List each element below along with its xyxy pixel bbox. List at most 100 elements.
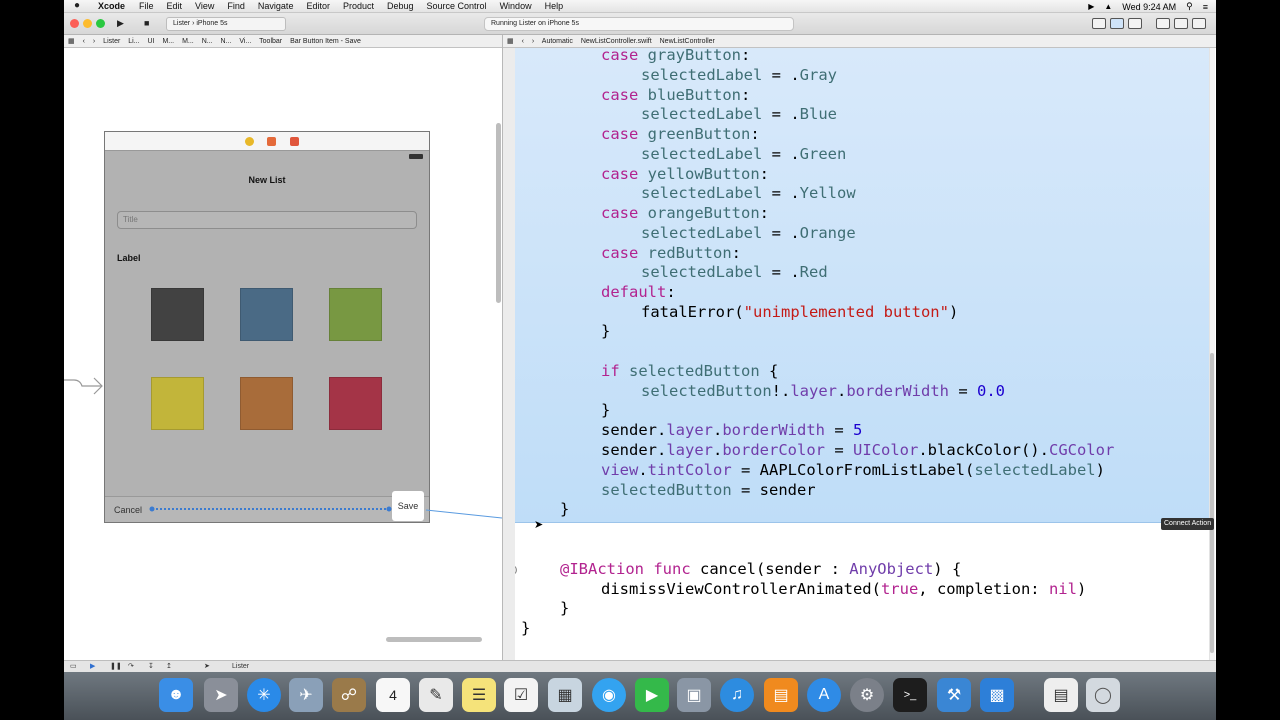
launchpad-icon[interactable]: ➤ xyxy=(204,678,238,712)
jump-toolbar[interactable]: Toolbar xyxy=(259,38,282,45)
menu-navigate[interactable]: Navigate xyxy=(258,1,294,11)
debug-target[interactable]: Lister xyxy=(232,661,249,672)
ibooks-icon[interactable]: ▤ xyxy=(764,678,798,712)
menu-app-name[interactable]: Xcode xyxy=(98,1,125,11)
textedit-icon[interactable]: ✎ xyxy=(419,678,453,712)
exit-icon[interactable] xyxy=(290,137,299,146)
jump-storyboard[interactable]: M... xyxy=(162,38,174,45)
back-icon[interactable]: ‹ xyxy=(522,38,524,45)
code-editor[interactable]: case grayButton: selectedLabel = .Gray c… xyxy=(515,48,1216,660)
preview-icon[interactable]: ✈ xyxy=(289,678,323,712)
orange-button[interactable] xyxy=(240,377,293,430)
notification-center-icon[interactable]: ≡ xyxy=(1203,2,1208,12)
stop-button[interactable]: ■ xyxy=(144,17,149,30)
menu-help[interactable]: Help xyxy=(545,1,564,11)
menu-source-control[interactable]: Source Control xyxy=(427,1,487,11)
debug-area-toggle-button[interactable] xyxy=(1174,18,1188,29)
storyboard-jump-bar: ▦ ‹ › Lister Li... UI M... M... N... N..… xyxy=(64,35,502,48)
itunes-icon[interactable]: ♫ xyxy=(720,678,754,712)
step-into-icon[interactable]: ↧ xyxy=(148,661,154,672)
breakpoints-icon[interactable]: ▶ xyxy=(90,661,95,672)
cancel-bar-button[interactable]: Cancel xyxy=(114,505,142,515)
green-button[interactable] xyxy=(329,288,382,341)
minimize-window-button[interactable] xyxy=(83,19,92,28)
view-controller-icon[interactable] xyxy=(245,137,254,146)
system-preferences-icon[interactable]: ⚙ xyxy=(850,678,884,712)
scheme-selector[interactable]: Lister › iPhone 5s xyxy=(166,17,286,31)
xcode-icon[interactable]: ⚒ xyxy=(937,678,971,712)
menu-debug[interactable]: Debug xyxy=(387,1,414,11)
menu-view[interactable]: View xyxy=(195,1,214,11)
ios-simulator-icon[interactable]: ▩ xyxy=(980,678,1014,712)
jump-view[interactable]: Vi... xyxy=(239,38,251,45)
clock[interactable]: Wed 9:24 AM xyxy=(1122,2,1176,12)
menu-edit[interactable]: Edit xyxy=(167,1,183,11)
calendar-icon[interactable]: 4 xyxy=(376,678,410,712)
navigator-toggle-button[interactable] xyxy=(1156,18,1170,29)
volume-icon[interactable]: ▶ xyxy=(1088,2,1094,11)
step-over-icon[interactable]: ↷ xyxy=(128,661,134,672)
zoom-window-button[interactable] xyxy=(96,19,105,28)
standard-editor-button[interactable] xyxy=(1092,18,1106,29)
jump-automatic[interactable]: Automatic xyxy=(542,38,573,45)
jump-bar-button-item[interactable]: Bar Button Item - Save xyxy=(290,38,361,45)
spotlight-icon[interactable]: ⚲ xyxy=(1186,1,1193,12)
pause-icon[interactable]: ❚❚ xyxy=(110,661,122,672)
app-store-icon[interactable]: A xyxy=(807,678,841,712)
utilities-toggle-button[interactable] xyxy=(1192,18,1206,29)
editor-scroll-thumb[interactable] xyxy=(1210,353,1214,653)
editor-divider[interactable] xyxy=(502,35,503,660)
jump-lister-group[interactable]: Li... xyxy=(128,38,139,45)
gray-button[interactable] xyxy=(151,288,204,341)
menu-find[interactable]: Find xyxy=(227,1,245,11)
reminders-icon[interactable]: ☑ xyxy=(504,678,538,712)
finder-icon[interactable]: ☻ xyxy=(159,678,193,712)
jump-scene[interactable]: N... xyxy=(202,38,213,45)
canvas-vertical-scrollbar[interactable] xyxy=(496,123,501,303)
jump-ui-group[interactable]: UI xyxy=(148,38,155,45)
jump-storyboard-base[interactable]: M... xyxy=(182,38,194,45)
title-text-field[interactable]: Title xyxy=(117,211,417,229)
run-button[interactable]: ▶ xyxy=(117,17,124,30)
forward-icon[interactable]: › xyxy=(93,38,95,45)
documents-icon[interactable]: ▤ xyxy=(1044,678,1078,712)
forward-icon[interactable]: › xyxy=(532,38,534,45)
wifi-icon[interactable]: ▲ xyxy=(1104,2,1112,11)
canvas-horizontal-scrollbar[interactable] xyxy=(386,637,482,642)
view-controller-scene[interactable]: New List Title Label Cancel Save xyxy=(104,131,430,523)
related-items-icon[interactable]: ▦ xyxy=(507,38,514,45)
assistant-editor-button[interactable] xyxy=(1110,18,1124,29)
close-window-button[interactable] xyxy=(70,19,79,28)
storyboard-canvas[interactable]: New List Title Label Cancel Save xyxy=(64,48,502,660)
location-icon[interactable]: ➤ xyxy=(204,661,210,672)
yellow-button[interactable] xyxy=(151,377,204,430)
jump-lister[interactable]: Lister xyxy=(103,38,120,45)
menu-product[interactable]: Product xyxy=(343,1,374,11)
jump-controller[interactable]: N... xyxy=(221,38,232,45)
photo-booth-icon[interactable]: ▦ xyxy=(548,678,582,712)
hide-debug-area-icon[interactable]: ▭ xyxy=(70,661,77,672)
step-out-icon[interactable]: ↥ xyxy=(166,661,172,672)
safari-icon[interactable]: ✳ xyxy=(247,678,281,712)
facetime-icon[interactable]: ▶ xyxy=(635,678,669,712)
messages-icon[interactable]: ◉ xyxy=(592,678,626,712)
terminal-icon[interactable]: >_ xyxy=(893,678,927,712)
contacts-icon[interactable]: ☍ xyxy=(332,678,366,712)
jump-file[interactable]: NewListController.swift xyxy=(581,38,652,45)
back-icon[interactable]: ‹ xyxy=(83,38,85,45)
menu-file[interactable]: File xyxy=(139,1,154,11)
blue-button[interactable] xyxy=(240,288,293,341)
trash-icon[interactable]: ◯ xyxy=(1086,678,1120,712)
first-responder-icon[interactable] xyxy=(267,137,276,146)
ibaction-connection-marker-icon[interactable] xyxy=(515,565,517,575)
image-capture-icon[interactable]: ▣ xyxy=(677,678,711,712)
menu-editor[interactable]: Editor xyxy=(306,1,330,11)
version-editor-button[interactable] xyxy=(1128,18,1142,29)
menu-window[interactable]: Window xyxy=(500,1,532,11)
red-button[interactable] xyxy=(329,377,382,430)
notes-icon[interactable]: ☰ xyxy=(462,678,496,712)
related-items-icon[interactable]: ▦ xyxy=(68,38,75,45)
apple-menu-icon[interactable]: ● xyxy=(74,1,86,11)
save-bar-button[interactable]: Save xyxy=(392,491,424,521)
jump-class[interactable]: NewListController xyxy=(660,38,715,45)
